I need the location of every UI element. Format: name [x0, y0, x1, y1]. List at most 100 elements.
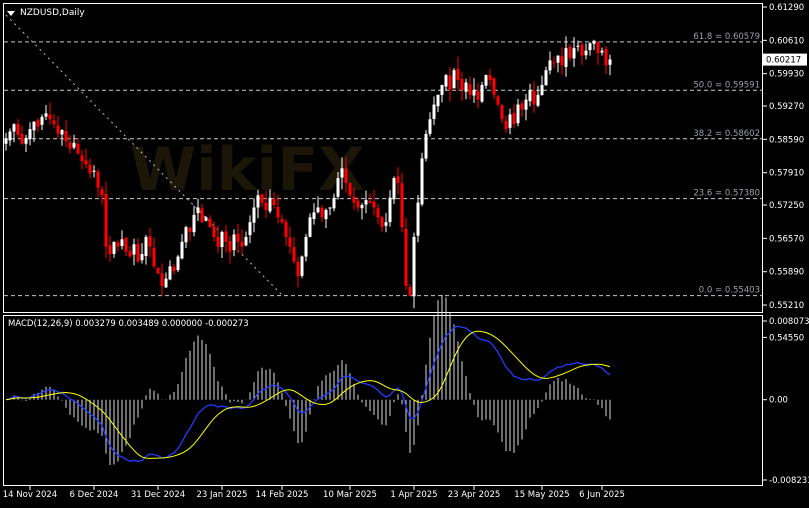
candle-bull: [256, 195, 260, 208]
candle-bear: [108, 245, 112, 255]
candle-bear: [580, 44, 584, 56]
time-axis-label: 10 Mar 2025: [323, 490, 377, 500]
candle-bull: [572, 48, 576, 59]
candle-bear: [404, 228, 408, 286]
candle-bear: [104, 193, 108, 247]
candle-bull: [336, 178, 340, 197]
candle-bull: [436, 94, 440, 107]
candle-bull: [92, 170, 96, 172]
candle-bull: [544, 70, 548, 86]
candle-bull: [464, 82, 468, 92]
candle-bear: [532, 90, 536, 105]
candle-bear: [100, 189, 104, 196]
candle-bear: [52, 120, 56, 125]
candle-bear: [460, 79, 464, 90]
candle-bull: [176, 256, 180, 271]
candle-bull: [12, 124, 16, 132]
candle-bull: [132, 244, 136, 255]
candle-bear: [280, 219, 284, 223]
symbol-title: NZDUSD,Daily: [20, 8, 85, 18]
candle-bear: [260, 194, 264, 203]
candle-bear: [80, 155, 84, 161]
candle-bear: [448, 75, 452, 90]
candle-bull: [432, 104, 436, 119]
candle-bull: [528, 89, 532, 102]
price-axis-label: 0.56570: [769, 234, 804, 244]
candle-bull: [428, 119, 432, 134]
candle-bear: [16, 123, 20, 135]
candle-bull: [608, 59, 612, 65]
time-axis-label: 6 Dec 2024: [70, 490, 119, 500]
price-axis-label: 0.59930: [769, 70, 804, 80]
candle-bull: [72, 142, 76, 148]
candle-bull: [196, 207, 200, 214]
candle-bull: [600, 50, 604, 53]
candle-bull: [416, 202, 420, 236]
candle-bear: [208, 218, 212, 228]
candle-bear: [560, 55, 564, 66]
price-axis-label: 0.61290: [769, 3, 804, 13]
candle-bull: [316, 207, 320, 213]
candle-bear: [172, 266, 176, 272]
candle-bull: [304, 236, 308, 257]
candle-bull: [332, 197, 336, 209]
candle-bull: [424, 133, 428, 159]
candle-bull: [420, 158, 424, 205]
candle-bull: [140, 254, 144, 261]
candle-bull: [584, 50, 588, 56]
price-axis-label: 0.55890: [769, 268, 804, 278]
candle-bull: [120, 239, 124, 246]
candle-bear: [236, 233, 240, 242]
candle-bear: [476, 91, 480, 100]
candle-bear: [356, 200, 360, 208]
time-axis-label: 23 Jan 2025: [197, 490, 248, 500]
macd-panel-border: [3, 315, 763, 486]
fib-level-label: 38.2 = 0.58602: [693, 129, 760, 139]
candle-bear: [488, 75, 492, 81]
candle-bear: [240, 241, 244, 247]
collapse-triangle-icon[interactable]: [7, 11, 15, 16]
chart-window: WikiFX 61.8 = 0.60579 50.0 = 0.59591 38.2 …: [0, 0, 809, 504]
candle-bear: [152, 247, 156, 267]
chart-canvas[interactable]: WikiFX 61.8 = 0.60579 50.0 = 0.59591 38.2 …: [0, 0, 809, 504]
candle-bull: [340, 168, 344, 178]
candle-bull: [592, 40, 596, 44]
macd-axis-label: 0.00: [769, 396, 788, 406]
time-axis-label: 6 Jun 2025: [579, 490, 625, 500]
candle-bull: [536, 94, 540, 106]
candle-bull: [112, 241, 116, 254]
candle-bull: [184, 227, 188, 243]
candle-bear: [552, 62, 556, 64]
candle-bull: [564, 48, 568, 67]
candle-bear: [124, 237, 128, 252]
main-panel-border: [3, 3, 763, 313]
price-axis-label: 0.60610: [769, 36, 804, 46]
time-axis-label: 31 Dec 2024: [131, 490, 185, 500]
candle-bull: [28, 129, 32, 140]
candle-bear: [376, 208, 380, 218]
candle-bull: [232, 234, 236, 251]
time-axis-label: 23 Apr 2025: [448, 490, 501, 500]
price-axis-label: 0.55210: [769, 301, 804, 311]
candle-bear: [352, 196, 356, 203]
candle-bear: [228, 241, 232, 252]
candle-bear: [320, 207, 324, 218]
candle-bear: [288, 237, 292, 247]
watermark: WikiFX: [130, 135, 364, 205]
candle-bull: [384, 222, 388, 226]
time-axis-label: 14 Feb 2025: [256, 490, 309, 500]
candle-bull: [168, 266, 172, 280]
candle-bear: [216, 236, 220, 247]
candle-bull: [268, 197, 272, 212]
candle-bull: [24, 137, 28, 144]
candle-bear: [496, 96, 500, 105]
candle-bull: [312, 212, 316, 220]
fib-level-label: 61.8 = 0.60579: [693, 32, 760, 42]
candle-bear: [292, 247, 296, 262]
candle-bear: [64, 131, 68, 142]
candle-bull: [180, 241, 184, 259]
candle-bull: [484, 75, 488, 86]
candle-bear: [160, 273, 164, 286]
candle-bull: [508, 114, 512, 128]
time-axis-label: 15 May 2025: [514, 490, 569, 500]
